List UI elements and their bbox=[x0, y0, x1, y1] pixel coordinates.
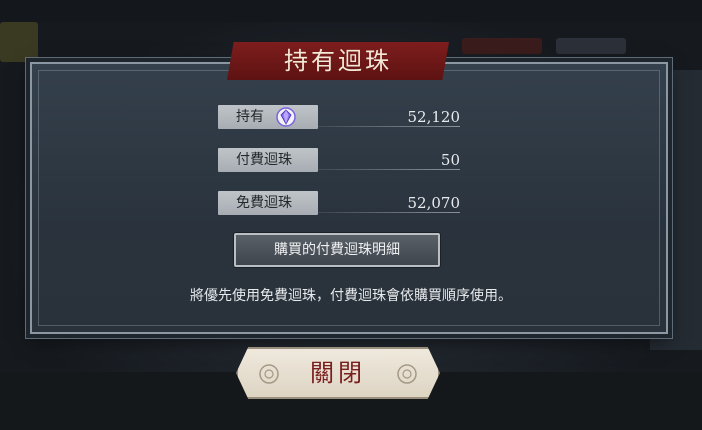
dialog-title: 持有迴珠 bbox=[284, 47, 392, 75]
row-underline bbox=[318, 169, 460, 170]
row-label: 付費迴珠 bbox=[218, 148, 318, 172]
row-paid: 付費迴珠 50 bbox=[218, 148, 460, 172]
background-tab bbox=[556, 38, 626, 54]
row-label: 免費迴珠 bbox=[218, 191, 318, 215]
row-label: 持有 bbox=[218, 105, 318, 129]
orb-gem-icon bbox=[276, 107, 296, 127]
usage-notice: 將優先使用免費迴珠，付費迴珠會依購買順序使用。 bbox=[190, 288, 512, 304]
close-button-label[interactable]: 關閉 bbox=[236, 347, 440, 399]
row-free: 免費迴珠 52,070 bbox=[218, 191, 460, 215]
background-tab bbox=[462, 38, 542, 54]
row-value: 50 bbox=[440, 151, 460, 169]
background-top-bar bbox=[0, 0, 702, 22]
row-value: 52,120 bbox=[407, 108, 461, 126]
row-owned: 持有 52,120 bbox=[218, 105, 460, 129]
purchase-detail-button[interactable]: 購買的付費迴珠明細 bbox=[234, 233, 440, 267]
background-badge bbox=[0, 22, 38, 62]
row-value: 52,070 bbox=[407, 194, 461, 212]
